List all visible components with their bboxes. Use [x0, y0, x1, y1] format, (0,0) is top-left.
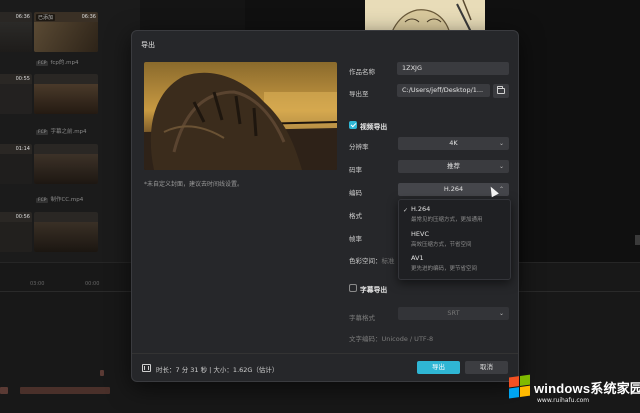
panel-edge: [635, 235, 640, 245]
timeline-track: [20, 387, 110, 394]
bitrate-select[interactable]: 推荐 ⌄: [398, 160, 509, 173]
film-icon: [142, 364, 151, 372]
media-caption: FCP 制作CC.mp4: [36, 197, 84, 203]
video-export-checkbox[interactable]: [349, 121, 357, 129]
check-icon: ✓: [403, 207, 409, 214]
media-clip[interactable]: [34, 212, 98, 252]
codec-label: 编码: [349, 189, 362, 197]
folder-button[interactable]: [493, 84, 509, 98]
timeline-track: [0, 387, 8, 394]
media-clip[interactable]: [34, 74, 98, 114]
cover-preview[interactable]: [144, 62, 337, 170]
watermark: windows系统家园 www.ruihafu.com: [507, 372, 640, 413]
cover-hint: *未自定义封面，建议去时间线设置。: [144, 181, 244, 188]
watermark-title: windows系统家园: [534, 381, 640, 396]
media-clip[interactable]: [34, 144, 98, 184]
folder-icon: [497, 86, 505, 94]
video-export-title: 视频导出: [360, 123, 388, 131]
export-path-input[interactable]: C:/Users/jeff/Desktop/1...: [397, 84, 490, 97]
chevron-down-icon: ⌄: [498, 140, 504, 147]
resolution-select[interactable]: 4K ⌄: [398, 137, 509, 150]
subtitle-format-label: 字幕格式: [349, 314, 375, 322]
timeline-marker: [100, 370, 104, 376]
codec-dropdown-menu: ✓ H.264 最常见的压缩方式，更加通用 HEVC 高效压缩方式，节省空间 A…: [398, 199, 511, 280]
codec-option-hevc[interactable]: HEVC 高效压缩方式，节省空间: [411, 230, 472, 248]
chevron-up-icon: ⌃: [498, 186, 504, 193]
media-clip[interactable]: 01:14: [0, 144, 32, 184]
media-clip[interactable]: 06:36: [0, 12, 32, 52]
cancel-button[interactable]: 取消: [465, 361, 508, 374]
text-encoding-label: 文字编码：Unicode / UTF-8: [349, 335, 434, 343]
export-summary: 时长：7 分 31 秒 | 大小：1.62G（估计）: [156, 366, 279, 374]
colorspace-label: 色彩空间：标准: [349, 257, 395, 265]
chevron-down-icon: ⌄: [498, 163, 504, 170]
format-label: 格式: [349, 212, 362, 220]
export-button[interactable]: 导出: [417, 361, 460, 374]
framerate-label: 帧率: [349, 235, 362, 243]
bitrate-label: 码率: [349, 166, 362, 174]
codec-option-av1[interactable]: AV1 更先进的编码，更节省空间: [411, 254, 477, 272]
media-clip[interactable]: 已添加 06:36: [34, 12, 98, 52]
subtitle-export-title: 字幕导出: [360, 286, 388, 294]
name-input[interactable]: 1ZXJG: [397, 62, 509, 75]
media-caption: FCP fcp的.mp4: [36, 60, 79, 66]
media-panel: 06:36 已添加 06:36 FCP fcp的.mp4 00:55 FCP 字幕之…: [0, 0, 140, 262]
name-label: 作品名称: [349, 68, 375, 76]
media-caption: FCP 字幕之前.mp4: [36, 129, 87, 135]
chevron-down-icon: ⌄: [498, 310, 504, 317]
subtitle-export-checkbox[interactable]: [349, 284, 357, 292]
subtitle-format-select[interactable]: SRT ⌄: [398, 307, 509, 320]
windows-logo-icon: [509, 374, 531, 399]
footer-divider: [132, 353, 518, 354]
resolution-label: 分辨率: [349, 143, 369, 151]
export-to-label: 导出至: [349, 90, 369, 98]
dialog-title: 导出: [141, 41, 155, 49]
codec-option-h264[interactable]: H.264 最常见的压缩方式，更加通用: [411, 205, 483, 223]
watermark-url: www.ruihafu.com: [537, 397, 590, 404]
media-clip[interactable]: 00:55: [0, 74, 32, 114]
media-clip[interactable]: 00:56: [0, 212, 32, 252]
